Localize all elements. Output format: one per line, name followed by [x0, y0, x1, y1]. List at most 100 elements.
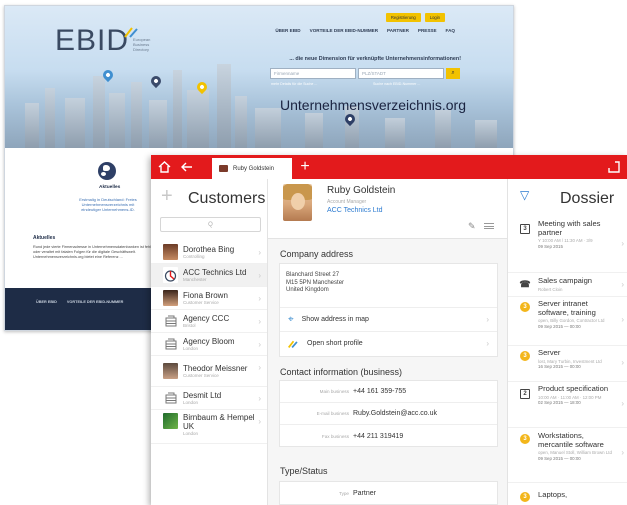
dossier-item[interactable]: 3 Laptops, — [508, 483, 627, 505]
field-label: E-mail business — [316, 411, 349, 416]
company-search-form: Firmenname PLZ/STADT ⌕ — [270, 68, 460, 79]
avatar — [163, 290, 178, 306]
customer-row[interactable]: Agency Bloom London › — [151, 333, 267, 356]
ebid-logo-subtitle: European Business Directory — [133, 37, 151, 52]
register-button[interactable]: Registrierung — [385, 13, 421, 22]
crm-app-window: Ruby Goldstein + + Customers Q Dorothea … — [151, 155, 627, 505]
footer-link-benefits[interactable]: VORTEILE DER EBID-NUMMER — [67, 300, 124, 304]
company-name-input[interactable]: Firmenname — [270, 68, 356, 79]
customer-row[interactable]: Birnbaum & Hempel UK London › — [151, 410, 267, 444]
opportunity-coin-icon: 3 — [520, 434, 530, 444]
dossier-item[interactable]: 2 Product specification 10:00 AM · 11:00… — [508, 382, 627, 428]
type-row[interactable]: Type Partner — [280, 482, 497, 504]
map-pin-icon — [148, 73, 164, 89]
exit-icon[interactable] — [606, 159, 622, 175]
customer-subtitle: Customer Service — [183, 373, 219, 378]
add-customer-button[interactable]: + — [161, 185, 173, 208]
customer-subtitle: Bristol — [183, 323, 196, 328]
customer-row[interactable]: Agency CCC Bristol › — [151, 310, 267, 333]
address-line: Blanchard Street 27 — [286, 272, 340, 278]
nav-item-press[interactable]: PRESSE — [418, 28, 437, 33]
composite-screenshot: EBID European Business Directory Registr… — [0, 0, 627, 505]
add-tab-icon[interactable]: + — [297, 158, 313, 175]
main-nav: ÜBER EBID VORTEILE DER EBID-NUMMER PARTN… — [275, 28, 455, 33]
dossier-item-date: 09 Sep 2015 — [538, 243, 563, 249]
tab-label: Ruby Goldstein — [233, 165, 275, 172]
ebid-logo[interactable]: EBID — [55, 24, 129, 58]
ebid-number-search-link[interactable]: Suche nach EBID-Nummer ... — [373, 82, 420, 86]
menu-icon[interactable] — [484, 223, 494, 229]
show-map-label: Show address in map — [301, 316, 369, 323]
avatar — [163, 363, 178, 379]
chevron-right-icon: › — [258, 294, 261, 303]
zip-city-input[interactable]: PLZ/STADT — [358, 68, 444, 79]
filter-icon[interactable]: ▽ — [520, 188, 529, 202]
skyline-building — [435, 110, 451, 148]
dossier-item[interactable]: 3 Workstations, mercantile software open… — [508, 428, 627, 483]
address-line: United Kingdom — [286, 287, 329, 293]
footer-link-about[interactable]: ÜBER EBID — [36, 300, 57, 304]
customer-name: Agency CCC — [183, 314, 230, 323]
tab-ruby-goldstein[interactable]: Ruby Goldstein — [212, 158, 292, 179]
site-domain-title: Unternehmensverzeichnis.org — [280, 97, 466, 113]
field-label: Fax business — [321, 433, 349, 439]
nav-item-benefits[interactable]: VORTEILE DER EBID-NUMMER — [310, 28, 378, 33]
back-arrow-icon[interactable] — [178, 159, 194, 175]
skyline-building — [45, 88, 55, 148]
skyline-building — [131, 82, 142, 148]
chevron-right-icon: › — [621, 358, 624, 367]
open-short-profile-button[interactable]: Open short profile › — [280, 331, 497, 355]
field-label: Main business — [319, 389, 349, 394]
chevron-right-icon: › — [258, 340, 261, 349]
chevron-right-icon: › — [621, 399, 624, 408]
customer-name: Theodor Meissner — [183, 364, 248, 373]
dossier-item[interactable]: ☎ Sales campaign Robert Cloin › — [508, 273, 627, 297]
phone-row[interactable]: Main business +44 161 359-755 — [280, 381, 497, 403]
edit-pencil-icon[interactable]: ✎ — [468, 221, 476, 232]
customer-subtitle: London — [183, 400, 199, 405]
customer-row[interactable]: Fiona Brown Customer Service › — [151, 287, 267, 310]
fax-value: +44 211 319419 — [353, 432, 404, 440]
nav-item-partner[interactable]: PARTNER — [387, 28, 409, 33]
dossier-item-title: Server intranet software, training — [538, 299, 596, 317]
dossier-item[interactable]: 3 Meeting with sales partner Y 10:00 AM … — [508, 217, 627, 273]
building-icon — [163, 336, 178, 352]
nav-item-about[interactable]: ÜBER EBID — [275, 28, 300, 33]
dossier-item[interactable]: 3 Server lost, Mary Turbin, Investment L… — [508, 346, 627, 382]
customer-search-input[interactable]: Q — [160, 217, 261, 232]
dossier-item[interactable]: 3 Server intranet software, training ope… — [508, 297, 627, 346]
app-toolbar: Ruby Goldstein + — [151, 155, 627, 179]
company-address-card: Blanchard Street 27 M15 5PN Manchester U… — [279, 263, 498, 357]
address-block: Blanchard Street 27 M15 5PN Manchester U… — [286, 272, 344, 295]
chevron-right-icon: › — [258, 363, 261, 372]
nav-item-faq[interactable]: FAQ — [446, 28, 455, 33]
fax-row[interactable]: Fax business +44 211 319419 — [280, 425, 497, 447]
login-button[interactable]: Login — [424, 13, 445, 22]
email-value: Ruby.Goldstein@acc.co.uk — [353, 410, 438, 417]
skyline-building — [25, 103, 39, 148]
news-teaser-link[interactable]: Erstmalig in Deutschland: Freies Unterne… — [77, 197, 139, 213]
customer-row[interactable]: Dorothea Bing Controlling › — [151, 241, 267, 264]
contact-company-link[interactable]: ACC Technics Ltd — [327, 207, 383, 214]
phone-icon: ☎ — [519, 278, 531, 289]
customer-subtitle: Customer Service — [183, 300, 219, 305]
chevron-right-icon: › — [621, 448, 624, 457]
skyline-building — [385, 118, 405, 148]
building-icon — [163, 390, 178, 406]
search-details-link[interactable]: mehr Details für die Suche ... — [271, 82, 317, 86]
customer-row[interactable]: Desmit Ltd London › — [151, 387, 267, 410]
chevron-right-icon: › — [486, 339, 489, 348]
customer-row-selected[interactable]: ACC Technics Ltd Manchester › — [151, 264, 267, 287]
show-address-in-map-button[interactable]: ⌖ Show address in map › — [280, 307, 497, 331]
customer-subtitle: London — [183, 431, 199, 436]
calendar-icon: 2 — [520, 389, 530, 399]
news-heading: Aktuelles — [99, 185, 121, 190]
email-row[interactable]: E-mail business Ruby.Goldstein@acc.co.uk — [280, 403, 497, 425]
open-profile-label: Open short profile — [307, 340, 363, 347]
customer-row[interactable]: Theodor Meissner Customer Service › — [151, 356, 267, 387]
skyline-building — [187, 90, 209, 148]
customers-panel: + Customers Q Dorothea Bing Controlling ›… — [151, 179, 268, 505]
search-button[interactable]: ⌕ — [446, 68, 460, 79]
home-icon[interactable] — [156, 159, 172, 175]
customers-title: Customers — [188, 190, 266, 207]
